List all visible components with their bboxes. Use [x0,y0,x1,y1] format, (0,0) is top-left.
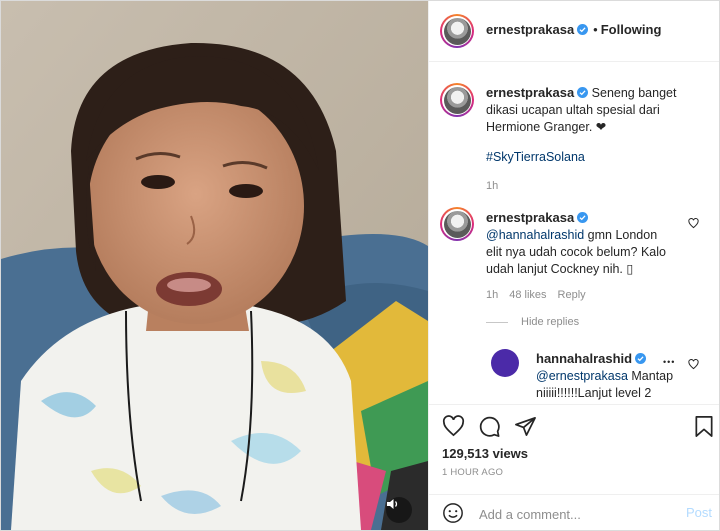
reply-more-options[interactable]: ••• [663,357,675,367]
comment-meta: 1h 48 likes Reply [486,287,691,304]
comment-text-b: elit nya udah cocok belum? Kalo [486,245,666,259]
reply-text-a: Mantap [627,369,674,383]
comment-username[interactable]: ernestprakasa [486,210,574,225]
caption-hashtag[interactable]: #SkyTierraSolana [486,149,711,166]
comment-composer: Post [429,494,719,530]
post-side-panel: ernestprakasa • Following ernestprakasa Se… [428,1,719,530]
comments-list[interactable]: ernestprakasa Seneng banget dikasi ucapa… [429,61,719,404]
comment-mention[interactable]: @hannahalrashid [486,228,584,242]
author-avatar[interactable] [440,14,474,48]
post-actions: 129,513 views 1 HOUR AGO [429,404,719,495]
reply-text-b: niiiii!!!!!!Lanjut level 2 [536,386,652,400]
instagram-post-modal: ernestprakasa • Following ernestprakasa Se… [0,0,720,531]
comment-text-c: udah lanjut Cockney nih. ▯ [486,262,634,276]
caption-avatar[interactable] [440,83,474,117]
comment-reply-button[interactable]: Reply [558,289,586,301]
caption-text-line3: Hermione Granger. ❤ [486,120,607,134]
reply-username[interactable]: hannahalrashid [536,351,632,366]
following-button[interactable]: Following [601,22,662,37]
caption-age[interactable]: 1h [486,178,711,195]
sound-toggle-button[interactable] [386,497,412,523]
comment-text-a: gmn London [584,228,658,242]
header-user-row: ernestprakasa • Following [486,22,661,37]
heart-icon[interactable] [442,415,465,438]
comment-like-heart-icon[interactable] [688,218,699,229]
post-header: ernestprakasa • Following [429,1,719,62]
sound-icon [387,499,398,509]
caption: ernestprakasa Seneng banget dikasi ucapa… [486,84,711,195]
caption-text-line1: Seneng banget [591,86,677,100]
reply-like-heart-icon[interactable] [688,359,699,370]
hide-replies-row[interactable]: Hide replies [486,316,579,328]
reply-mention[interactable]: @ernestprakasa [536,369,628,383]
video-frame-illustration [1,1,428,530]
emoji-icon[interactable] [442,502,464,524]
post-comment-button[interactable]: Post [686,505,712,520]
caption-username[interactable]: ernestprakasa [486,85,574,100]
verified-badge-icon [635,353,647,364]
share-icon[interactable] [514,415,537,438]
comment-input[interactable] [477,503,681,525]
comment-icon[interactable] [478,415,501,438]
hide-replies-button[interactable]: Hide replies [521,316,579,328]
author-username[interactable]: ernestprakasa [486,22,574,37]
comment: ernestprakasa @hannahalrashid gmn London… [486,209,691,304]
post-video[interactable] [1,1,428,530]
verified-badge-icon [577,212,589,223]
bookmark-icon[interactable] [693,415,715,438]
comment-avatar[interactable] [440,207,474,241]
verified-badge-icon [577,24,589,35]
view-count[interactable]: 129,513 views [442,446,528,461]
reply: hannahalrashid @ernestprakasa Mantap nii… [536,350,676,402]
post-time[interactable]: 1 HOUR AGO [442,467,503,478]
header-separator: • [593,22,598,37]
reply-avatar[interactable] [491,349,519,377]
caption-text-line2: dikasi ucapan ultah spesial dari [486,103,660,117]
verified-badge-icon [577,87,589,98]
hide-replies-line [486,321,508,323]
comment-age[interactable]: 1h [486,289,498,301]
comment-likes[interactable]: 48 likes [509,289,546,301]
